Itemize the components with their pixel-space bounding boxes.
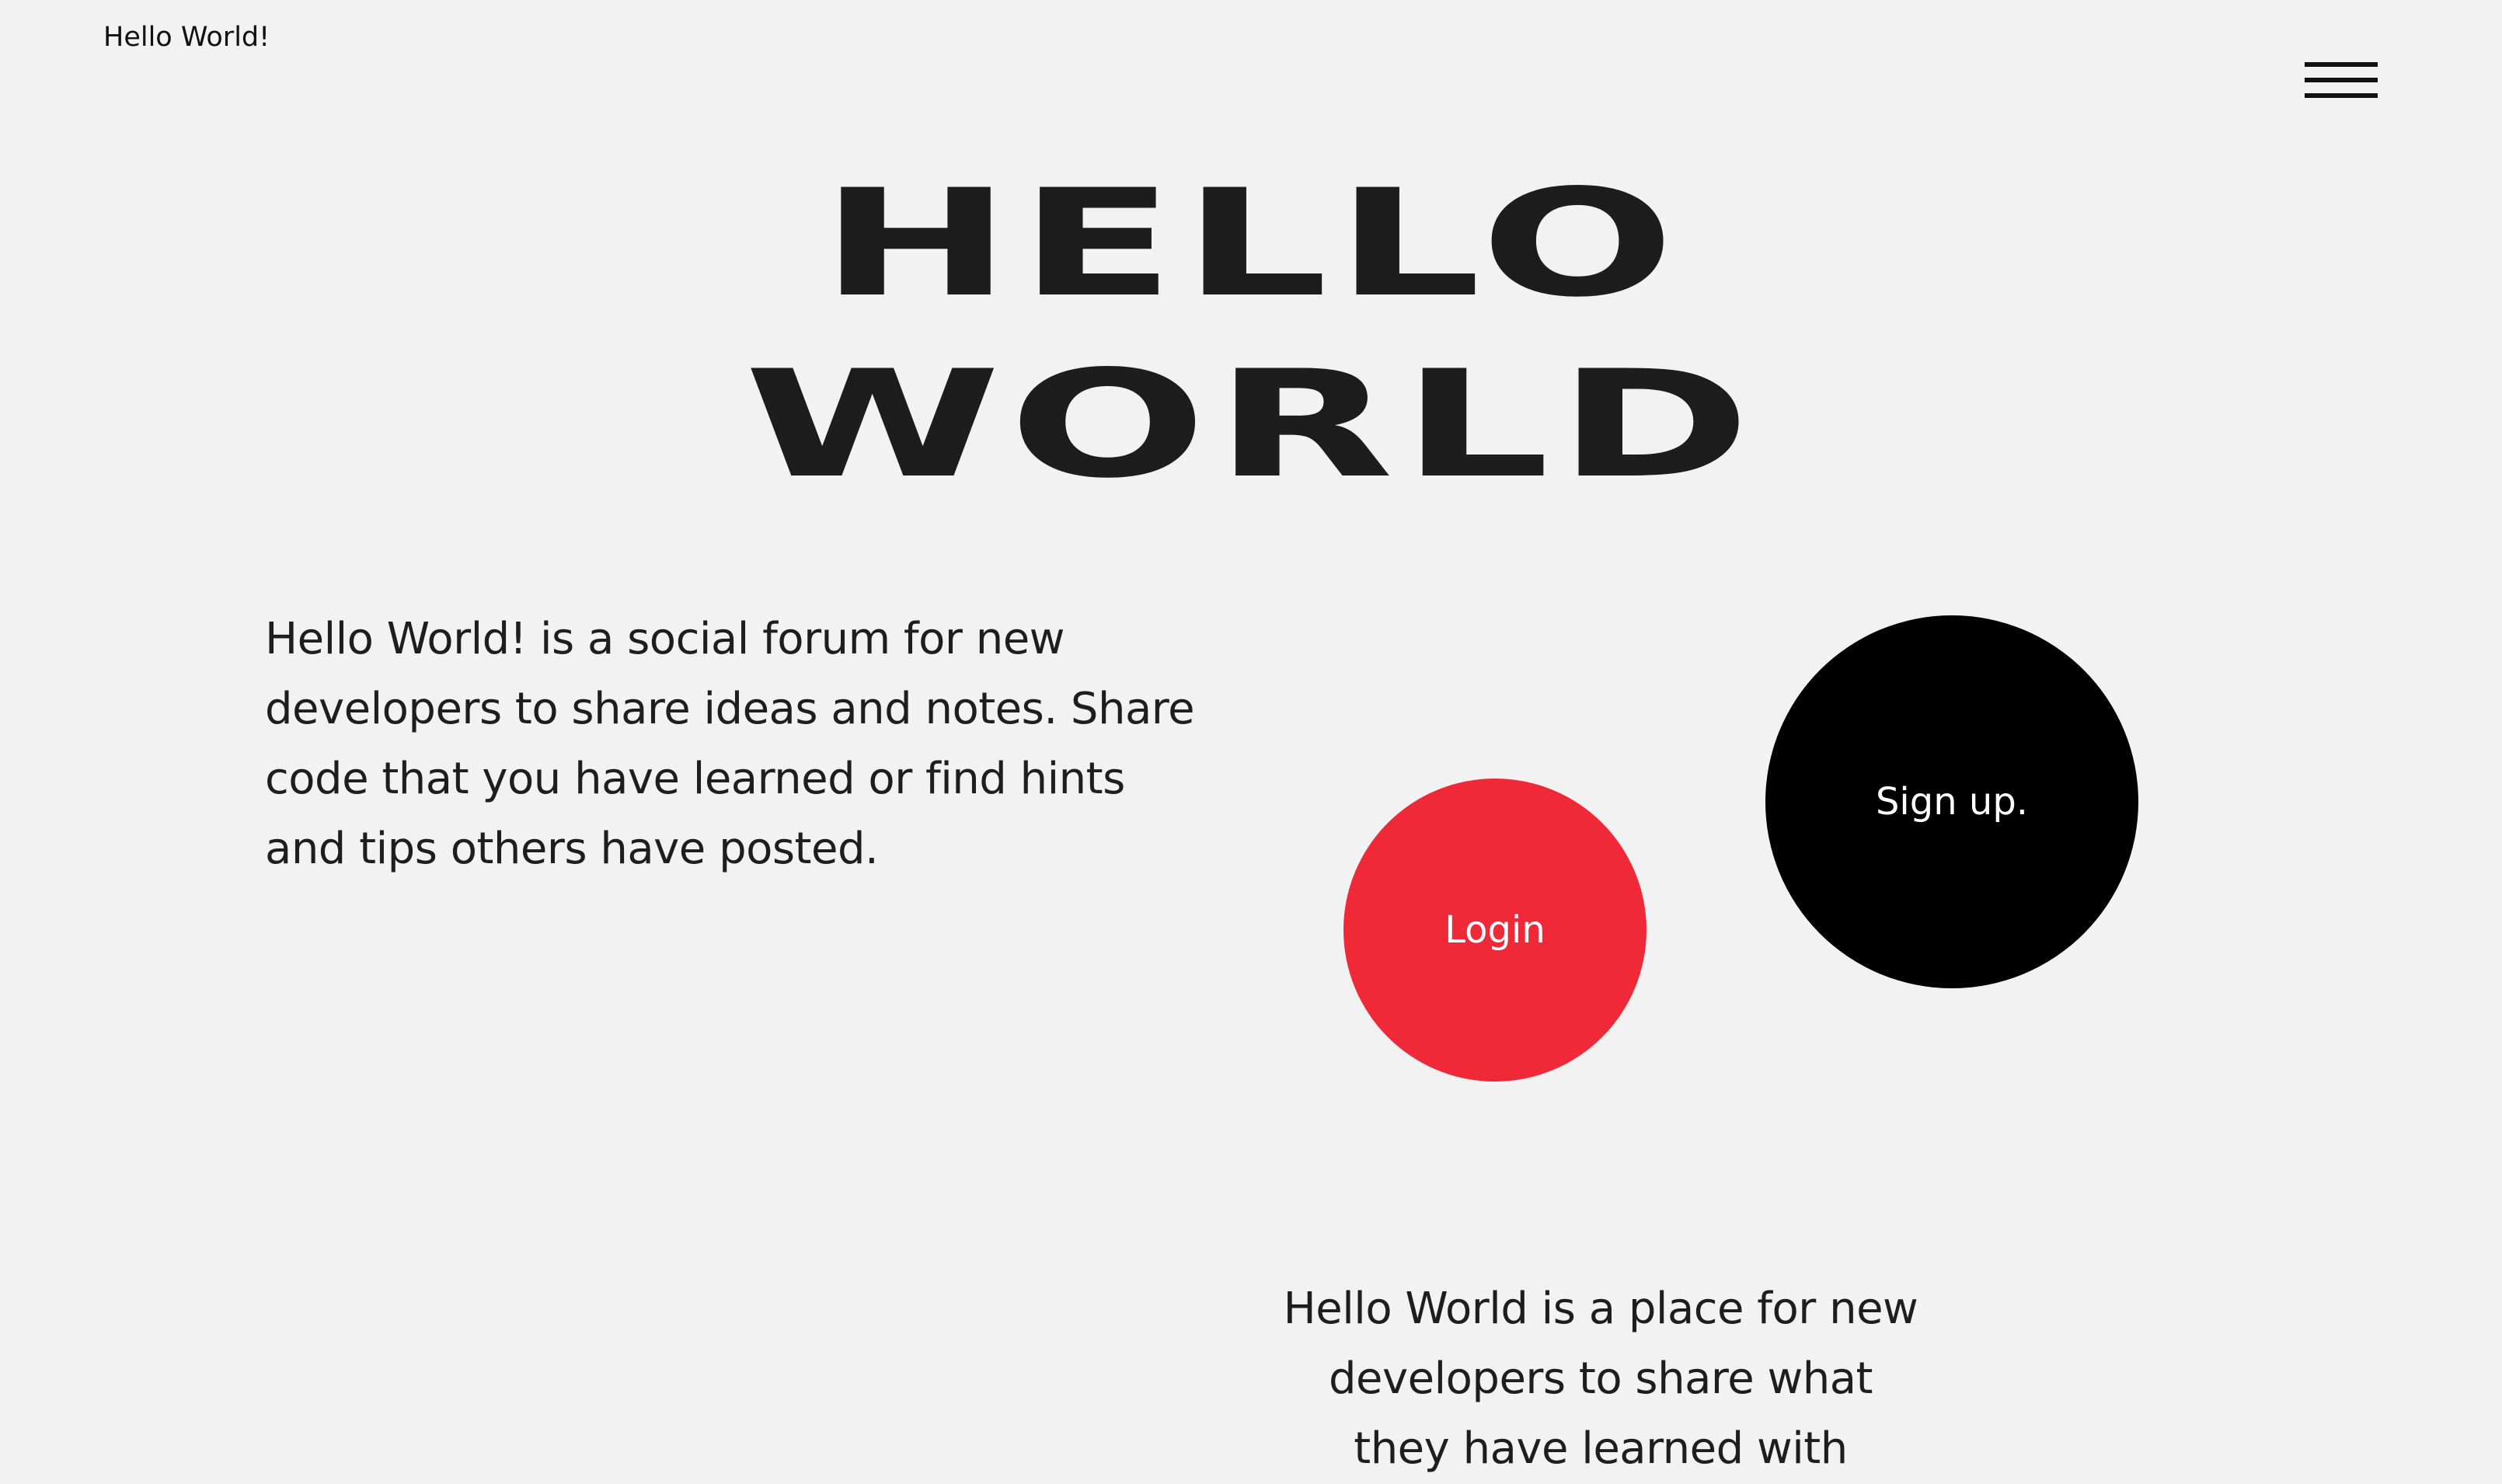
- login-button[interactable]: Login: [1343, 779, 1647, 1082]
- signup-button-label: Sign up.: [1875, 780, 2029, 824]
- menu-bar: [2305, 93, 2378, 98]
- intro-paragraph: Hello World! is a social forum for new d…: [265, 614, 1195, 874]
- login-button-label: Login: [1444, 908, 1545, 952]
- hero-title-line-2: WORLD: [744, 339, 1758, 510]
- site-title[interactable]: Hello World!: [103, 20, 270, 54]
- hamburger-menu-icon[interactable]: [2305, 61, 2378, 99]
- about-paragraph: Hello World is a place for new developer…: [1283, 1284, 1918, 1474]
- menu-bar: [2305, 62, 2378, 67]
- menu-bar: [2305, 78, 2378, 82]
- signup-button[interactable]: Sign up.: [1765, 615, 2138, 988]
- hero-title-line-1: HELLO: [820, 158, 1682, 329]
